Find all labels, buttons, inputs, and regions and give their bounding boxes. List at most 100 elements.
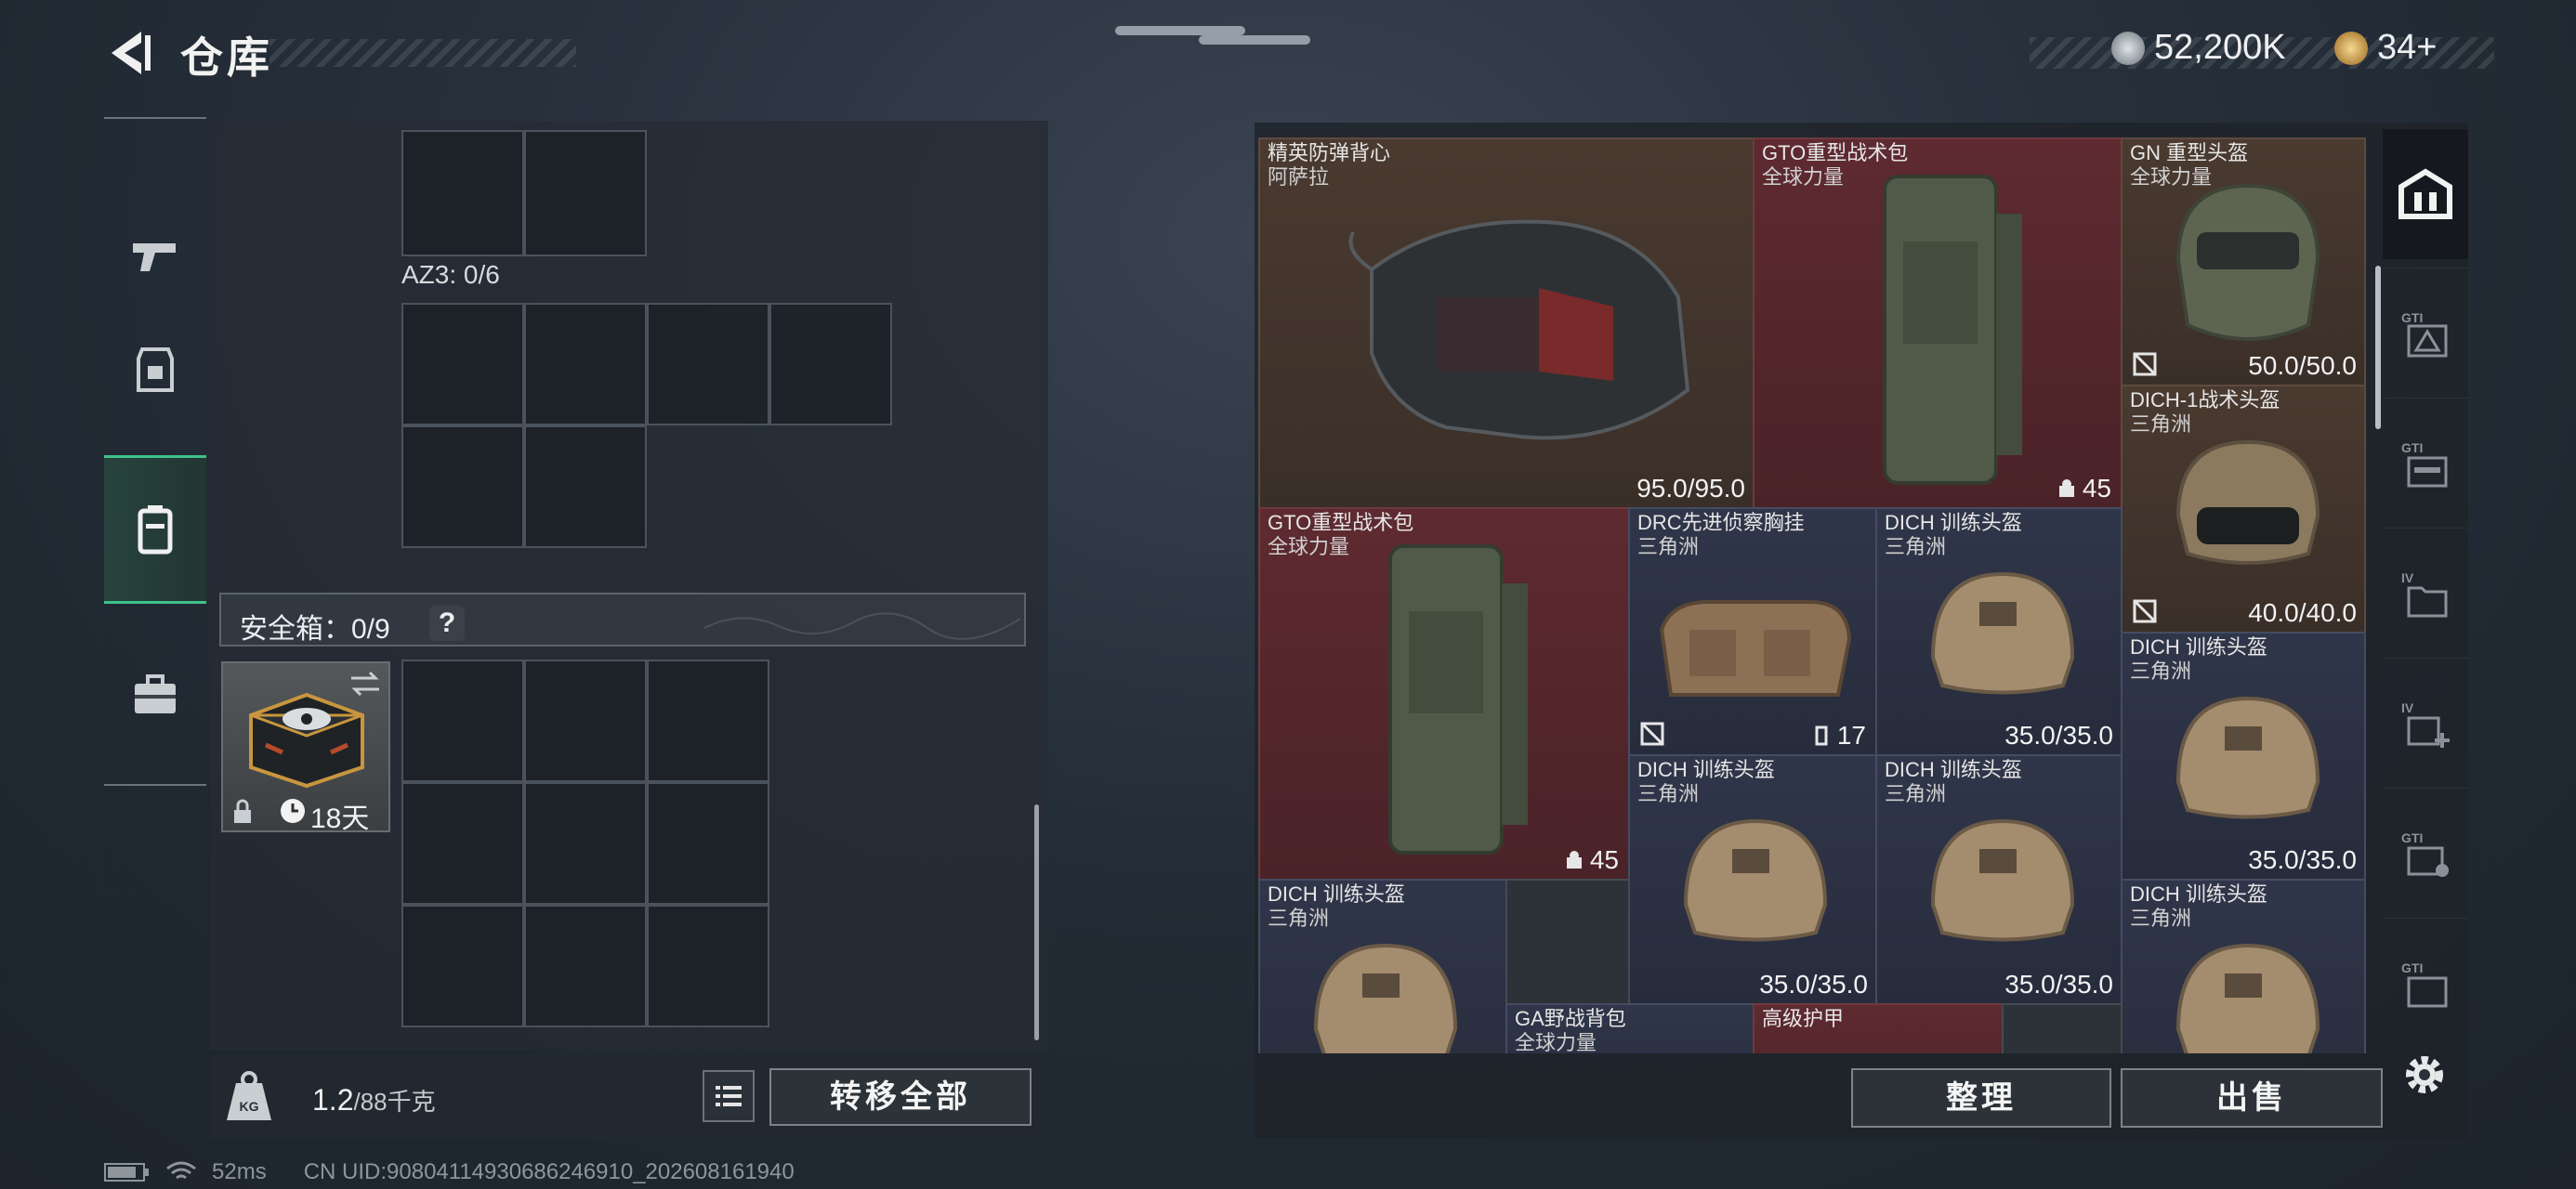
no-insure-icon (1640, 722, 1664, 746)
safe-slot[interactable] (647, 660, 769, 782)
weight-readout: 1.2/88千克 (312, 1083, 436, 1117)
battery-icon (104, 1163, 149, 1182)
grid-slot[interactable] (524, 425, 647, 548)
tab-iv-2[interactable]: IV (2383, 658, 2468, 789)
safe-slot[interactable] (524, 905, 647, 1027)
tab-vault[interactable] (2383, 128, 2468, 259)
list-view-button[interactable] (703, 1070, 755, 1122)
svg-text:IV: IV (2401, 700, 2414, 715)
grid-slot[interactable] (524, 130, 647, 256)
backpack-icon (1883, 175, 2022, 485)
left-scrollbar[interactable] (1034, 804, 1039, 1040)
safe-slot[interactable] (524, 782, 647, 905)
inventory-item[interactable]: DICH 训练头盔 三角洲 35.0/35.0 (1875, 754, 2123, 1005)
armor-vest-icon (1348, 219, 1690, 440)
helmet-icon (1313, 943, 1458, 1053)
item-name: 精英防弹背心 阿萨拉 (1268, 141, 1391, 189)
inventory-item[interactable]: GTO重型战术包 全球力量 45 (1258, 507, 1630, 881)
helmet-icon (1683, 818, 1828, 942)
inventory-item[interactable]: DICH 训练头盔 三角洲 (2121, 879, 2366, 1053)
right-scrollbar[interactable] (2375, 266, 2381, 429)
grid-slot[interactable] (401, 303, 524, 425)
helmet-icon (1930, 571, 2075, 695)
help-button[interactable]: ? (429, 606, 465, 641)
chest-rig-icon (1659, 600, 1852, 697)
list-icon (716, 1086, 742, 1106)
safe-slot[interactable] (401, 782, 524, 905)
grid-slot[interactable] (2002, 1003, 2123, 1053)
clock-icon (281, 799, 305, 823)
safe-slot[interactable] (524, 660, 647, 782)
inventory-item[interactable]: DICH-1战术头盔 三角洲 40.0/40.0 (2121, 385, 2366, 634)
rail-item-briefcase[interactable] (104, 621, 206, 769)
briefcase-icon (135, 674, 176, 713)
helmet-icon (1930, 818, 2075, 942)
token-display[interactable]: 34+ (2334, 28, 2437, 68)
money-amount: 52,200K (2154, 28, 2286, 67)
inventory-item[interactable]: GN 重型头盔 全球力量 50.0/50.0 (2121, 137, 2366, 386)
sell-button[interactable]: 出售 (2121, 1068, 2383, 1128)
helmet-icon (2175, 183, 2320, 341)
inventory-item[interactable]: 高级护甲 (1753, 1003, 2004, 1053)
transfer-all-button[interactable]: 转移全部 (769, 1068, 1032, 1126)
helmet-icon (2175, 439, 2320, 565)
inventory-item[interactable]: GA野战背包 全球力量 (1505, 1003, 1755, 1053)
token-coin-icon (2334, 31, 2368, 65)
user-uid: CN UID:90804114930686246910_202608161940 (303, 1159, 795, 1184)
inventory-item[interactable]: 精英防弹背心 阿萨拉 95.0/95.0 (1258, 137, 1755, 509)
item-durability: 40.0/40.0 (2248, 598, 2357, 627)
rail-item-equipment[interactable] (104, 295, 206, 444)
token-amount: 34+ (2377, 28, 2438, 67)
inventory-item[interactable]: DRC先进侦察胸挂 三角洲 17 (1628, 507, 1877, 756)
svg-text:GTI: GTI (2401, 960, 2423, 975)
gti-storage-icon: GTI (2401, 310, 2448, 358)
grid-slot[interactable] (769, 303, 892, 425)
inventory-item[interactable]: GTO重型战术包 全球力量 45 (1753, 137, 2123, 509)
item-durability: 35.0/35.0 (2004, 970, 2113, 999)
item-durability: 35.0/35.0 (2004, 721, 2113, 750)
tab-iv-1[interactable]: IV (2383, 528, 2468, 659)
pistol-icon (133, 243, 176, 271)
item-durability: 50.0/50.0 (2248, 351, 2357, 380)
back-arrow-icon[interactable] (104, 28, 154, 78)
tab-gti-3[interactable]: GTI (2383, 788, 2468, 919)
inventory-item[interactable]: DICH 训练头盔 三角洲 35.0/35.0 (2121, 632, 2366, 881)
safe-box-icon (249, 692, 364, 789)
title-decoration (269, 39, 576, 67)
safe-slot[interactable] (401, 660, 524, 782)
item-name: 高级护甲 (1762, 1007, 1845, 1030)
ammo-icon (2058, 479, 2074, 497)
settings-gear-icon[interactable] (2399, 1050, 2450, 1100)
grid-slot[interactable] (647, 303, 769, 425)
svg-text:GTI: GTI (2401, 440, 2423, 455)
safe-slot[interactable] (401, 905, 524, 1027)
svg-text:GTI: GTI (2401, 830, 2423, 845)
item-count: 45 (2057, 474, 2111, 503)
rail-item-backpack[interactable] (104, 455, 206, 604)
tab-gti-1[interactable]: GTI (2383, 268, 2468, 399)
iv-add-icon: IV (2401, 700, 2450, 748)
safe-slot[interactable] (647, 905, 769, 1027)
item-count: 17 (1811, 721, 1866, 751)
inventory-item[interactable]: DICH 训练头盔 三角洲 (1258, 879, 1507, 1053)
sort-button[interactable]: 整理 (1851, 1068, 2111, 1128)
tab-gti-4[interactable]: GTI (2383, 918, 2468, 1049)
grid-slot[interactable] (401, 130, 524, 256)
ping-value: 52ms (212, 1159, 267, 1184)
swap-icon[interactable] (348, 671, 383, 697)
tab-gti-2[interactable]: GTI (2383, 398, 2468, 529)
weight-current: 1.2 (312, 1083, 354, 1117)
inventory-item[interactable]: DICH 训练头盔 三角洲 35.0/35.0 (1875, 507, 2123, 756)
page-title: 仓库 (180, 33, 273, 82)
lock-icon (234, 799, 251, 823)
gti-case-icon: GTI (2401, 830, 2449, 877)
safe-slot[interactable] (647, 782, 769, 905)
ceiling-light (1115, 26, 1245, 35)
grid-slot[interactable] (524, 303, 647, 425)
weight-capacity: /88千克 (353, 1088, 436, 1116)
safe-box-timer: 18天 (310, 804, 370, 834)
inventory-item[interactable]: DICH 训练头盔 三角洲 35.0/35.0 (1628, 754, 1877, 1005)
grid-slot[interactable] (1505, 879, 1630, 1005)
safe-box-item[interactable]: 18天 (221, 661, 390, 834)
grid-slot[interactable] (401, 425, 524, 548)
